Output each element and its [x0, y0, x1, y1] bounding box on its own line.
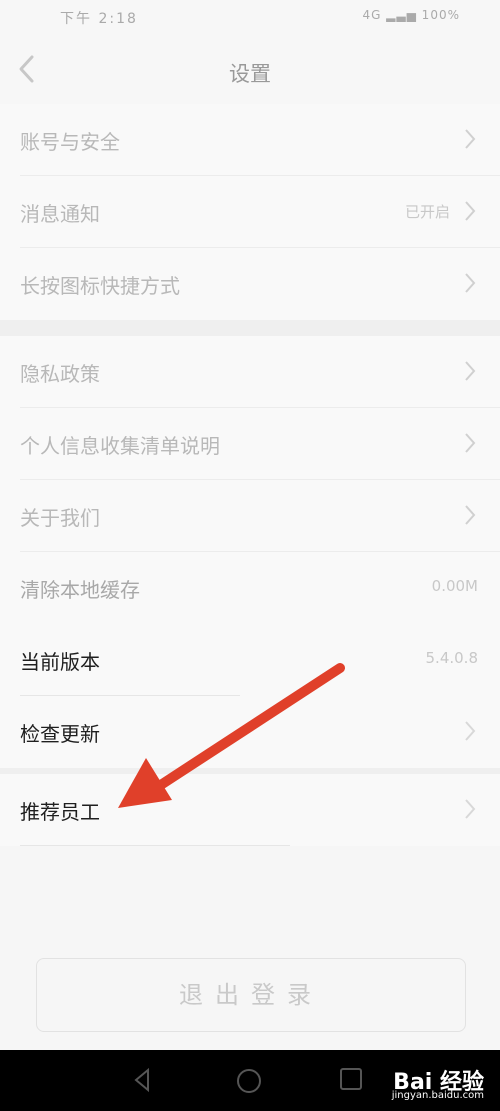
status-indicators: 4G ▂▃▅ 100%: [362, 8, 460, 22]
settings-row[interactable]: 个人信息收集清单说明: [0, 408, 500, 480]
settings-row[interactable]: 长按图标快捷方式: [0, 248, 500, 320]
settings-row-label: 个人信息收集清单说明: [20, 434, 220, 458]
settings-row-recommend-staff[interactable]: 推荐员工: [0, 774, 500, 846]
settings-group-account: 账号与安全 消息通知 已开启 长按图标快捷方式: [0, 104, 500, 320]
nav-home-icon[interactable]: [234, 1066, 264, 1100]
settings-row-clear-cache[interactable]: 清除本地缓存 0.00M: [0, 552, 500, 624]
settings-row-label: 长按图标快捷方式: [20, 274, 180, 298]
chevron-right-icon: [464, 272, 476, 298]
settings-group-general: 隐私政策 个人信息收集清单说明 关于我们 清除本地缓存 0.00M 当前版本 5…: [0, 336, 500, 768]
settings-row-value: 5.4.0.8: [425, 649, 478, 667]
header: 设置: [0, 40, 500, 104]
baidu-watermark-url: jingyan.baidu.com: [391, 1090, 484, 1101]
settings-row-label: 推荐员工: [20, 800, 100, 824]
settings-row-label: 清除本地缓存: [20, 578, 140, 602]
settings-row-label: 隐私政策: [20, 362, 100, 386]
chevron-right-icon: [464, 720, 476, 746]
settings-group-recommend: 推荐员工: [0, 774, 500, 846]
settings-row-label: 消息通知: [20, 202, 100, 226]
settings-row-check-update[interactable]: 检查更新: [0, 696, 500, 768]
settings-row-value: 已开启: [404, 203, 450, 221]
settings-row-label: 当前版本: [20, 650, 100, 674]
settings-row-value: 0.00M: [431, 577, 478, 595]
settings-row-label: 检查更新: [20, 722, 100, 746]
chevron-right-icon: [464, 432, 476, 458]
row-divider: [20, 845, 290, 846]
settings-row[interactable]: 消息通知 已开启: [0, 176, 500, 248]
settings-row-label: 账号与安全: [20, 130, 120, 154]
nav-recent-icon[interactable]: [338, 1066, 364, 1096]
status-bar: 下午 2:18 4G ▂▃▅ 100%: [0, 0, 500, 40]
page-title: 设置: [229, 62, 271, 86]
chevron-right-icon: [464, 798, 476, 824]
settings-row-label: 关于我们: [20, 506, 100, 530]
settings-row[interactable]: 关于我们: [0, 480, 500, 552]
chevron-right-icon: [464, 360, 476, 386]
chevron-right-icon: [464, 200, 476, 226]
chevron-right-icon: [464, 128, 476, 154]
chevron-right-icon: [464, 504, 476, 530]
nav-back-icon[interactable]: [130, 1066, 154, 1098]
logout-button[interactable]: 退出登录: [36, 958, 466, 1032]
status-time: 下午 2:18: [60, 11, 138, 27]
system-nav-bar: Bai 经验 jingyan.baidu.com: [0, 1050, 500, 1111]
settings-row[interactable]: 隐私政策: [0, 336, 500, 408]
settings-row-current-version: 当前版本 5.4.0.8: [0, 624, 500, 696]
group-separator: [0, 320, 500, 336]
settings-row[interactable]: 账号与安全: [0, 104, 500, 176]
